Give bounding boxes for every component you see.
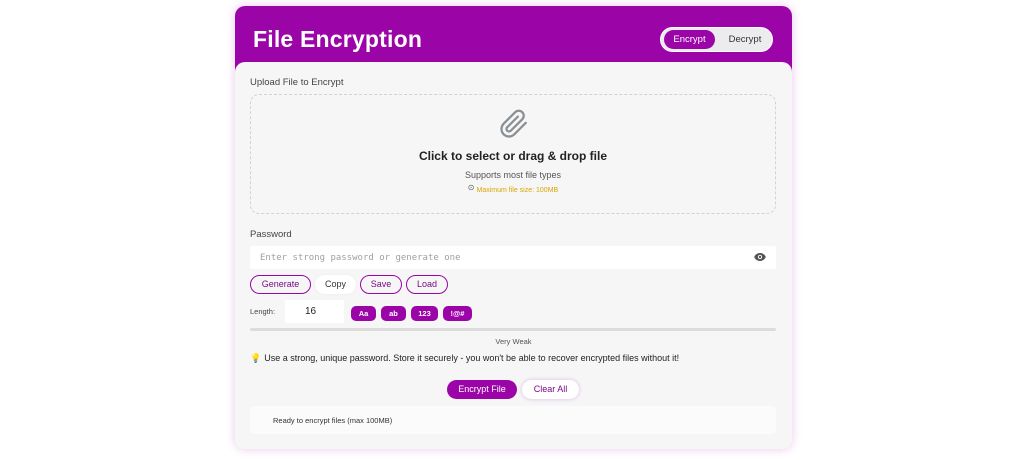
charset-digits-toggle[interactable]: 123 — [411, 306, 438, 321]
encryption-card: File Encryption Encrypt Decrypt Upload F… — [235, 6, 792, 449]
strength-label: Very Weak — [495, 337, 532, 346]
eye-icon[interactable] — [754, 252, 766, 262]
password-input[interactable] — [250, 246, 776, 269]
strength-meter — [250, 328, 776, 331]
clear-all-button[interactable]: Clear All — [522, 380, 579, 399]
length-input[interactable] — [285, 300, 344, 323]
status-text: Ready to encrypt files (max 100MB) — [273, 416, 393, 425]
password-tip-text: Use a strong, unique password. Store it … — [264, 353, 680, 363]
dropzone-max-size: ⊙ Maximum file size: 100MB — [251, 183, 775, 194]
copy-button[interactable]: Copy — [315, 275, 356, 294]
generate-button[interactable]: Generate — [250, 275, 311, 294]
mode-toggle: Encrypt Decrypt — [660, 27, 773, 52]
dropzone-sub-text: Supports most file types — [464, 170, 562, 180]
dropzone-main-text: Click to select or drag & drop file — [418, 149, 608, 163]
lightbulb-icon: 💡 — [250, 353, 262, 363]
paperclip-icon — [500, 109, 527, 138]
max-size-text: Maximum file size: 100MB — [476, 187, 559, 194]
status-box: Ready to encrypt files (max 100MB) — [250, 406, 776, 434]
mode-encrypt-button[interactable]: Encrypt — [664, 30, 715, 49]
save-button[interactable]: Save — [360, 275, 402, 294]
info-icon: ⊙ — [467, 183, 475, 192]
charset-uppercase-toggle[interactable]: Aa — [351, 306, 376, 321]
upload-label: Upload File to Encrypt — [250, 77, 344, 88]
page-title: File Encryption — [253, 26, 423, 52]
charset-lowercase-toggle[interactable]: ab — [381, 306, 406, 321]
mode-decrypt-button[interactable]: Decrypt — [719, 30, 771, 49]
password-label: Password — [250, 229, 292, 240]
encrypt-file-button[interactable]: Encrypt File — [447, 380, 517, 399]
length-label: Length: — [250, 307, 276, 316]
password-tip: 💡 Use a strong, unique password. Store it… — [250, 353, 679, 364]
load-button[interactable]: Load — [406, 275, 448, 294]
charset-symbols-toggle[interactable]: !@# — [443, 306, 472, 321]
file-dropzone[interactable]: Click to select or drag & drop file Supp… — [250, 94, 776, 214]
